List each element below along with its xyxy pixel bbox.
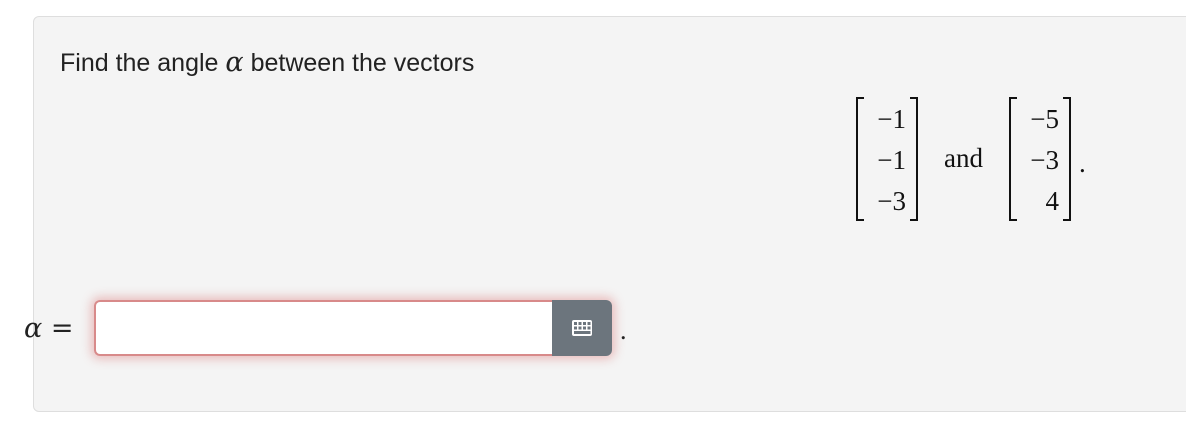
first-vector-entry: −1 <box>877 103 906 134</box>
math-keyboard-button[interactable] <box>552 300 612 356</box>
left-bracket <box>1008 96 1017 221</box>
answer-equals: = <box>42 312 74 344</box>
second-vector-entries: −5 −3 4 <box>1009 97 1071 221</box>
question-suffix: between the vectors <box>243 49 475 77</box>
first-vector: −1 −1 −3 <box>856 96 918 221</box>
keyboard-icon <box>572 320 592 336</box>
second-vector-entry: −3 <box>1030 144 1059 175</box>
question-prefix: Find the angle <box>60 49 226 77</box>
answer-label: α = <box>24 313 94 344</box>
vector-period: . <box>1078 148 1086 178</box>
vector-connector: and <box>944 143 983 173</box>
second-vector-entry: 4 <box>1045 185 1059 216</box>
right-bracket <box>1062 96 1071 221</box>
answer-input[interactable] <box>94 300 552 356</box>
first-vector-entry: −3 <box>877 185 906 216</box>
second-vector: −5 −3 4 <box>1008 96 1071 221</box>
second-vector-entry: −5 <box>1030 103 1059 134</box>
right-bracket <box>910 96 918 221</box>
answer-period: . <box>620 316 627 345</box>
question-text: Find the angle α between the vectors <box>60 47 474 78</box>
answer-row: α = . <box>24 300 627 356</box>
question-variable: α <box>225 47 244 78</box>
first-vector-entries: −1 −1 −3 <box>856 97 918 221</box>
answer-input-group <box>94 300 612 356</box>
first-vector-entry: −1 <box>877 144 906 175</box>
left-bracket <box>856 96 864 221</box>
vector-display: −1 −1 −3 and −5 −3 4 . <box>856 91 1086 226</box>
answer-variable: α <box>24 312 43 344</box>
